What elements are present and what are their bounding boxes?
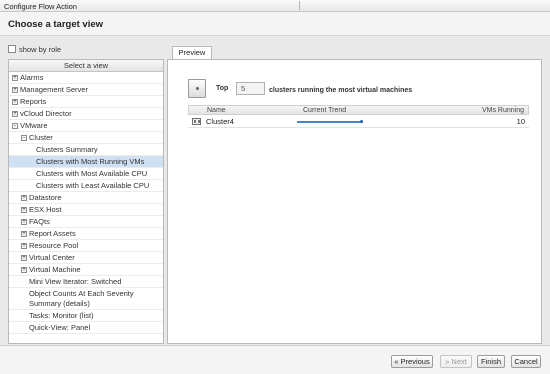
tree-item[interactable]: + vCloud Director [9, 108, 163, 120]
tree-item[interactable]: + Virtual Center [9, 252, 163, 264]
tree-item-label: Alarms [20, 73, 44, 82]
dialog-footer: « Previous » Next Finish Cancel [0, 345, 550, 374]
next-button[interactable]: » Next [440, 355, 472, 368]
tree-item-label: Clusters with Most Running VMs [36, 157, 145, 166]
tree-item[interactable]: Mini View Iterator: Switched [9, 276, 163, 288]
tree-item[interactable]: - VMware [9, 120, 163, 132]
expand-icon[interactable]: + [21, 255, 27, 261]
previous-button[interactable]: « Previous [391, 355, 433, 368]
current-trend-endpoint [360, 120, 363, 123]
dialog-content: show by role Select a view + Alarms + Manag… [0, 36, 550, 345]
tree-item-label: Resource Pool [29, 241, 79, 250]
tree-item-label: Quick-View: Panel [29, 323, 91, 332]
expand-icon[interactable]: + [21, 207, 27, 213]
tree-item-label: ESX Host [29, 205, 62, 214]
expand-icon[interactable]: + [12, 111, 18, 117]
cluster-icon [192, 118, 201, 125]
show-by-role-checkbox[interactable] [8, 45, 16, 53]
tree-item[interactable]: + Resource Pool [9, 240, 163, 252]
expand-icon[interactable]: + [12, 99, 18, 105]
tree-item-label: Virtual Machine [29, 265, 81, 274]
tree-item[interactable]: + ESX Host [9, 204, 163, 216]
tab-preview[interactable]: Preview [172, 46, 212, 59]
tree-item[interactable]: Clusters with Most Available CPU [9, 168, 163, 180]
show-by-role-label: show by role [19, 44, 62, 54]
page-title: Choose a target view [8, 19, 104, 30]
vms-running-value: 10 [516, 117, 525, 126]
expand-icon[interactable]: + [12, 75, 18, 81]
tree-item[interactable]: Tasks: Monitor (list) [9, 310, 163, 322]
expand-icon[interactable]: + [21, 219, 27, 225]
tree-item[interactable]: + FAQts [9, 216, 163, 228]
expand-icon[interactable]: + [21, 267, 27, 273]
tree-item-label: Tasks: Monitor (list) [29, 311, 94, 320]
tree-item[interactable]: - Cluster [9, 132, 163, 144]
expand-icon[interactable]: + [21, 231, 27, 237]
top-description: clusters running the most virtual machin… [269, 87, 413, 94]
view-tree: + Alarms + Management Server + Reports + vCloud… [9, 72, 163, 334]
finish-button[interactable]: Finish [477, 355, 505, 368]
tree-item[interactable]: + Report Assets [9, 228, 163, 240]
view-type-icon [188, 79, 206, 98]
cluster-name: Cluster4 [206, 117, 234, 126]
tree-item[interactable]: Quick-View: Panel [9, 322, 163, 334]
tree-item-label: Clusters Summary [36, 145, 98, 154]
tree-item[interactable]: Clusters with Least Available CPU [9, 180, 163, 192]
tree-item-label: FAQts [29, 217, 50, 226]
preview-panel: Top clusters running the most virtual ma… [167, 59, 542, 344]
tree-item-label: Management Server [20, 85, 88, 94]
window-titlebar: Configure Flow Action [0, 0, 550, 12]
tree-item[interactable]: + Management Server [9, 84, 163, 96]
collapse-icon[interactable]: - [12, 123, 18, 129]
preview-table: Name Current Trend VMs Running Cluster4 … [188, 105, 529, 128]
show-by-role[interactable]: show by role [8, 44, 61, 54]
tree-item[interactable]: Clusters with Most Running VMs [9, 156, 163, 168]
cancel-button[interactable]: Cancel [511, 355, 541, 368]
tree-item[interactable]: Clusters Summary [9, 144, 163, 156]
table-row[interactable]: Cluster4 10 [188, 115, 529, 128]
collapse-icon[interactable]: - [21, 135, 27, 141]
tree-item-label: Cluster [29, 133, 53, 142]
tree-item[interactable]: + Alarms [9, 72, 163, 84]
titlebar-grip [299, 1, 300, 10]
current-trend-sparkline [297, 121, 363, 123]
tree-item-label: VMware [20, 121, 48, 130]
tree-item-label: Clusters with Most Available CPU [36, 169, 148, 178]
top-count-input[interactable] [236, 82, 265, 95]
tree-item-label: Virtual Center [29, 253, 75, 262]
expand-icon[interactable]: + [21, 243, 27, 249]
tree-item[interactable]: + Virtual Machine [9, 264, 163, 276]
view-selector-panel: Select a view + Alarms + Management Server +… [8, 59, 164, 344]
top-label: Top [216, 85, 229, 92]
tree-item-label: Datastore [29, 193, 62, 202]
window-title: Configure Flow Action [4, 2, 77, 11]
expand-icon[interactable]: + [21, 195, 27, 201]
page-header: Choose a target view [0, 12, 550, 36]
tree-item-label: vCloud Director [20, 109, 72, 118]
tree-item[interactable]: Object Counts At Each Severity Summary (… [9, 288, 163, 310]
tree-item-label: Reports [20, 97, 47, 106]
tree-item[interactable]: + Reports [9, 96, 163, 108]
tree-item-label: Mini View Iterator: Switched [29, 277, 122, 286]
view-selector-header: Select a view [9, 60, 163, 72]
table-header: Name Current Trend VMs Running [188, 105, 529, 115]
tree-item-label: Clusters with Least Available CPU [36, 181, 150, 190]
tree-item-label: Report Assets [29, 229, 76, 238]
expand-icon[interactable]: + [12, 87, 18, 93]
tree-item-label: Object Counts At Each Severity Summary (… [29, 289, 134, 308]
tree-item[interactable]: + Datastore [9, 192, 163, 204]
